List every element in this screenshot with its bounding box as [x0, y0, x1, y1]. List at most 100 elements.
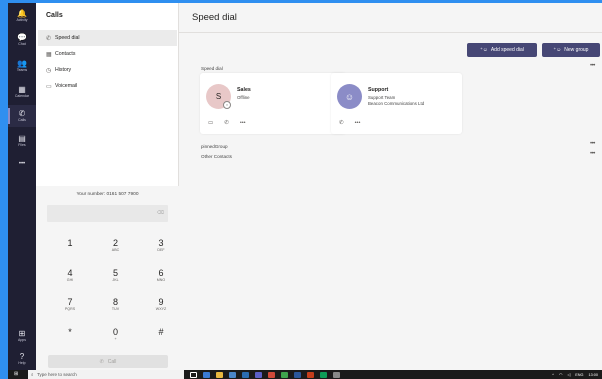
dial-key[interactable]: 1 — [55, 238, 85, 265]
powerpoint-icon[interactable] — [307, 371, 314, 378]
settings-icon[interactable] — [333, 371, 340, 378]
mail-icon[interactable] — [242, 371, 249, 378]
add-group-icon: ⁺☺ — [553, 47, 562, 53]
dial-key[interactable]: 5 JKL — [101, 268, 131, 295]
dial-pad: Your number: 0161 507 7900 ⌫ 1 2 ABC 3 DEF 4 G… — [36, 186, 179, 370]
contact-name: Support — [368, 87, 389, 93]
your-number: Your number: 0161 507 7900 — [76, 192, 139, 197]
clear-icon[interactable]: ⌫ — [157, 210, 164, 216]
dial-key[interactable]: 0 + — [101, 327, 131, 354]
help-label: Help — [18, 361, 26, 365]
volume-icon[interactable]: ◁ — [567, 372, 570, 377]
avatar-initial: S — [215, 92, 222, 101]
store-icon[interactable] — [229, 371, 236, 378]
nav-item-label: Voicemail — [55, 83, 78, 89]
dial-key[interactable]: 9 WXYZ — [146, 297, 176, 324]
header-divider — [179, 32, 602, 33]
dial-key[interactable]: 8 TUV — [101, 297, 131, 324]
more-icon[interactable]: ••• — [240, 120, 246, 126]
calls-nav: ✆ Speed dial ▦ Contacts ◷ History ▭ Voic… — [38, 30, 177, 94]
clock-icon: ◷ — [46, 67, 52, 74]
app-bar: 🔔 Activity 💬 Chat 👥 Teams ▦ Calendar ✆ C… — [8, 3, 36, 370]
taskbar: ⊞ ⌕ Type here to search ^ ◠ ◁ ENG 13:00 — [8, 370, 602, 379]
dial-key-digit: * — [68, 326, 72, 337]
group-icon: ☺ — [344, 91, 355, 102]
more-options-icon[interactable]: ••• — [590, 151, 595, 157]
call-button[interactable]: ✆ Call — [48, 355, 168, 368]
dial-key-digit: 8 — [112, 297, 118, 307]
more-options-icon[interactable]: ••• — [590, 63, 595, 69]
more-options-icon[interactable]: ••• — [590, 141, 595, 147]
nav-item-voicemail[interactable]: ▭ Voicemail — [38, 78, 177, 94]
dial-key[interactable]: 6 MNO — [146, 268, 176, 295]
calendar-label: Calendar — [14, 94, 30, 98]
edge-icon[interactable] — [203, 371, 210, 378]
calendar-button[interactable]: ▦ Calendar — [8, 81, 36, 103]
wifi-icon[interactable]: ◠ — [559, 372, 562, 377]
word-icon[interactable] — [294, 371, 301, 378]
apps-button[interactable]: ⊞ Apps — [8, 325, 36, 347]
nav-item-contacts[interactable]: ▦ Contacts — [38, 46, 177, 62]
nav-item-speed-dial[interactable]: ✆ Speed dial — [38, 30, 177, 46]
excel-icon[interactable] — [281, 371, 288, 378]
dial-key[interactable]: 2 ABC — [101, 238, 131, 265]
contact-name: Sales — [237, 87, 251, 93]
chrome-icon[interactable] — [320, 371, 327, 378]
call-label: Call — [107, 358, 117, 365]
help-button[interactable]: ? Help — [8, 348, 36, 370]
dial-key-digit: 0 — [112, 326, 118, 337]
offline-status-icon: × — [223, 101, 231, 109]
contact-title: Support Team — [368, 95, 396, 100]
teams-icon[interactable] — [255, 371, 262, 378]
phone-icon[interactable]: ✆ — [224, 120, 229, 126]
add-person-icon: ⁺☺ — [480, 47, 488, 53]
activity-button[interactable]: 🔔 Activity — [8, 5, 36, 27]
chat-button[interactable]: 💬 Chat — [8, 29, 36, 51]
dial-key[interactable]: 4 GHI — [55, 268, 85, 295]
clock[interactable]: 13:00 — [588, 373, 598, 377]
dial-key[interactable]: 7 PQRS — [55, 297, 85, 324]
dial-key[interactable]: * — [55, 327, 85, 354]
card-actions: ▭ ✆ ••• — [208, 120, 246, 126]
phone-icon: ✆ — [18, 109, 26, 118]
bell-icon: 🔔 — [17, 9, 27, 18]
nav-item-label: Contacts — [55, 51, 76, 57]
chat-icon: 💬 — [17, 33, 27, 42]
new-group-button[interactable]: ⁺☺ New group — [542, 43, 600, 57]
taskbar-apps — [190, 370, 340, 379]
teams-button[interactable]: 👥 Teams — [8, 55, 36, 77]
more-icon: ••• — [18, 160, 26, 167]
teams-label: Teams — [16, 68, 28, 72]
windows-start-icon[interactable]: ⊞ — [14, 372, 20, 377]
phone-icon[interactable]: ✆ — [339, 120, 344, 126]
add-speed-dial-button[interactable]: ⁺☺ Add speed dial — [467, 43, 537, 57]
files-label: Files — [18, 143, 26, 147]
more-icon[interactable]: ••• — [355, 120, 361, 126]
more-apps-button[interactable]: ••• — [8, 153, 36, 175]
search-icon: ⌕ — [31, 372, 34, 377]
contact-card-support[interactable]: ☺ Support Support Team Beacon Communicat… — [331, 73, 462, 134]
calls-button[interactable]: ✆ Calls — [8, 105, 36, 127]
files-button[interactable]: ▤ Files — [8, 130, 36, 152]
group-other-contacts[interactable]: Other Contacts — [201, 154, 232, 159]
task-view-icon[interactable] — [190, 371, 197, 378]
taskbar-search[interactable]: ⌕ Type here to search — [28, 370, 184, 379]
office-icon[interactable] — [268, 371, 275, 378]
dial-key-digit: 5 — [112, 267, 118, 278]
apps-label: Apps — [18, 338, 26, 342]
help-icon: ? — [19, 352, 25, 361]
contact-card-sales[interactable]: S × Sales Offline ▭ ✆ ••• — [200, 73, 346, 134]
teams-window: 🔔 Activity 💬 Chat 👥 Teams ▦ Calendar ✆ C… — [8, 3, 602, 370]
video-call-icon[interactable]: ▭ — [208, 120, 213, 126]
dial-key[interactable]: 3 DEF — [146, 238, 176, 265]
chevron-up-icon[interactable]: ^ — [552, 373, 554, 377]
nav-item-history[interactable]: ◷ History — [38, 62, 177, 78]
dial-key-letters: GHI — [66, 277, 74, 282]
group-pinned[interactable]: pinnedGroup — [201, 144, 228, 149]
teams-icon: 👥 — [17, 59, 27, 68]
number-input[interactable]: ⌫ — [47, 205, 168, 222]
dial-key[interactable]: # — [146, 327, 176, 354]
language-indicator[interactable]: ENG — [575, 373, 583, 377]
phone-icon: ✆ — [46, 35, 52, 42]
explorer-icon[interactable] — [216, 371, 223, 378]
